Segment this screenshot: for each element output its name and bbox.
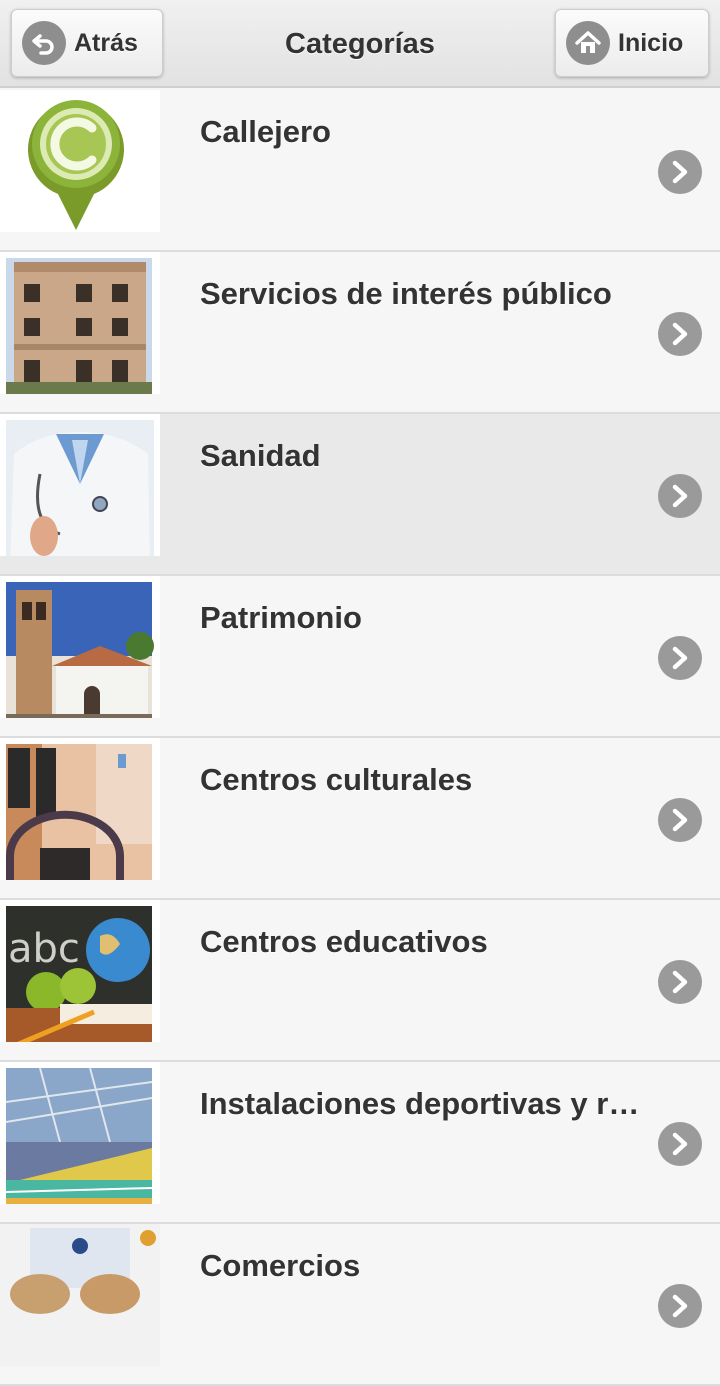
cultural-center-photo xyxy=(0,738,160,880)
item-label: Centros culturales xyxy=(200,762,473,797)
home-icon xyxy=(566,21,610,65)
list-item-comercios[interactable]: Comercios xyxy=(0,1224,720,1386)
category-list: Callejero Servicios de interés público S… xyxy=(0,90,720,1386)
back-button[interactable]: Atrás xyxy=(11,9,163,77)
doctor-photo xyxy=(0,414,160,556)
item-label: Comercios xyxy=(200,1248,361,1283)
map-pin-logo-icon xyxy=(0,90,160,232)
town-hall-photo xyxy=(0,252,160,394)
item-label: Callejero xyxy=(200,114,331,149)
list-item-patrimonio[interactable]: Patrimonio xyxy=(0,576,720,738)
item-label: Instalaciones deportivas y re... xyxy=(200,1086,640,1121)
chevron-right-icon xyxy=(658,960,702,1004)
chevron-right-icon xyxy=(658,636,702,680)
header-bar: Atrás Categorías Inicio xyxy=(0,0,720,88)
sports-hall-photo xyxy=(0,1062,160,1204)
item-label: Sanidad xyxy=(200,438,321,473)
list-item-servicios[interactable]: Servicios de interés público xyxy=(0,252,720,414)
item-label: Patrimonio xyxy=(200,600,362,635)
chevron-right-icon xyxy=(658,1122,702,1166)
list-item-callejero[interactable]: Callejero xyxy=(0,90,720,252)
chevron-right-icon xyxy=(658,150,702,194)
back-arrow-icon xyxy=(22,21,66,65)
item-label: Centros educativos xyxy=(200,924,488,959)
church-tower-photo xyxy=(0,576,160,718)
chevron-right-icon xyxy=(658,798,702,842)
back-button-label: Atrás xyxy=(74,28,138,57)
list-item-centros-culturales[interactable]: Centros culturales xyxy=(0,738,720,900)
chevron-right-icon xyxy=(658,474,702,518)
home-button-label: Inicio xyxy=(618,28,684,57)
list-item-centros-educativos[interactable]: abc Centros educativos xyxy=(0,900,720,1062)
item-label: Servicios de interés público xyxy=(200,276,612,311)
chevron-right-icon xyxy=(658,1284,702,1328)
home-button[interactable]: Inicio xyxy=(555,9,709,77)
school-supplies-photo: abc xyxy=(0,900,160,1042)
shop-photo xyxy=(0,1224,160,1366)
chevron-right-icon xyxy=(658,312,702,356)
svg-text:abc: abc xyxy=(8,926,80,972)
page-title: Categorías xyxy=(285,28,435,60)
list-item-instalaciones-deportivas[interactable]: Instalaciones deportivas y re... xyxy=(0,1062,720,1224)
list-item-sanidad[interactable]: Sanidad xyxy=(0,414,720,576)
